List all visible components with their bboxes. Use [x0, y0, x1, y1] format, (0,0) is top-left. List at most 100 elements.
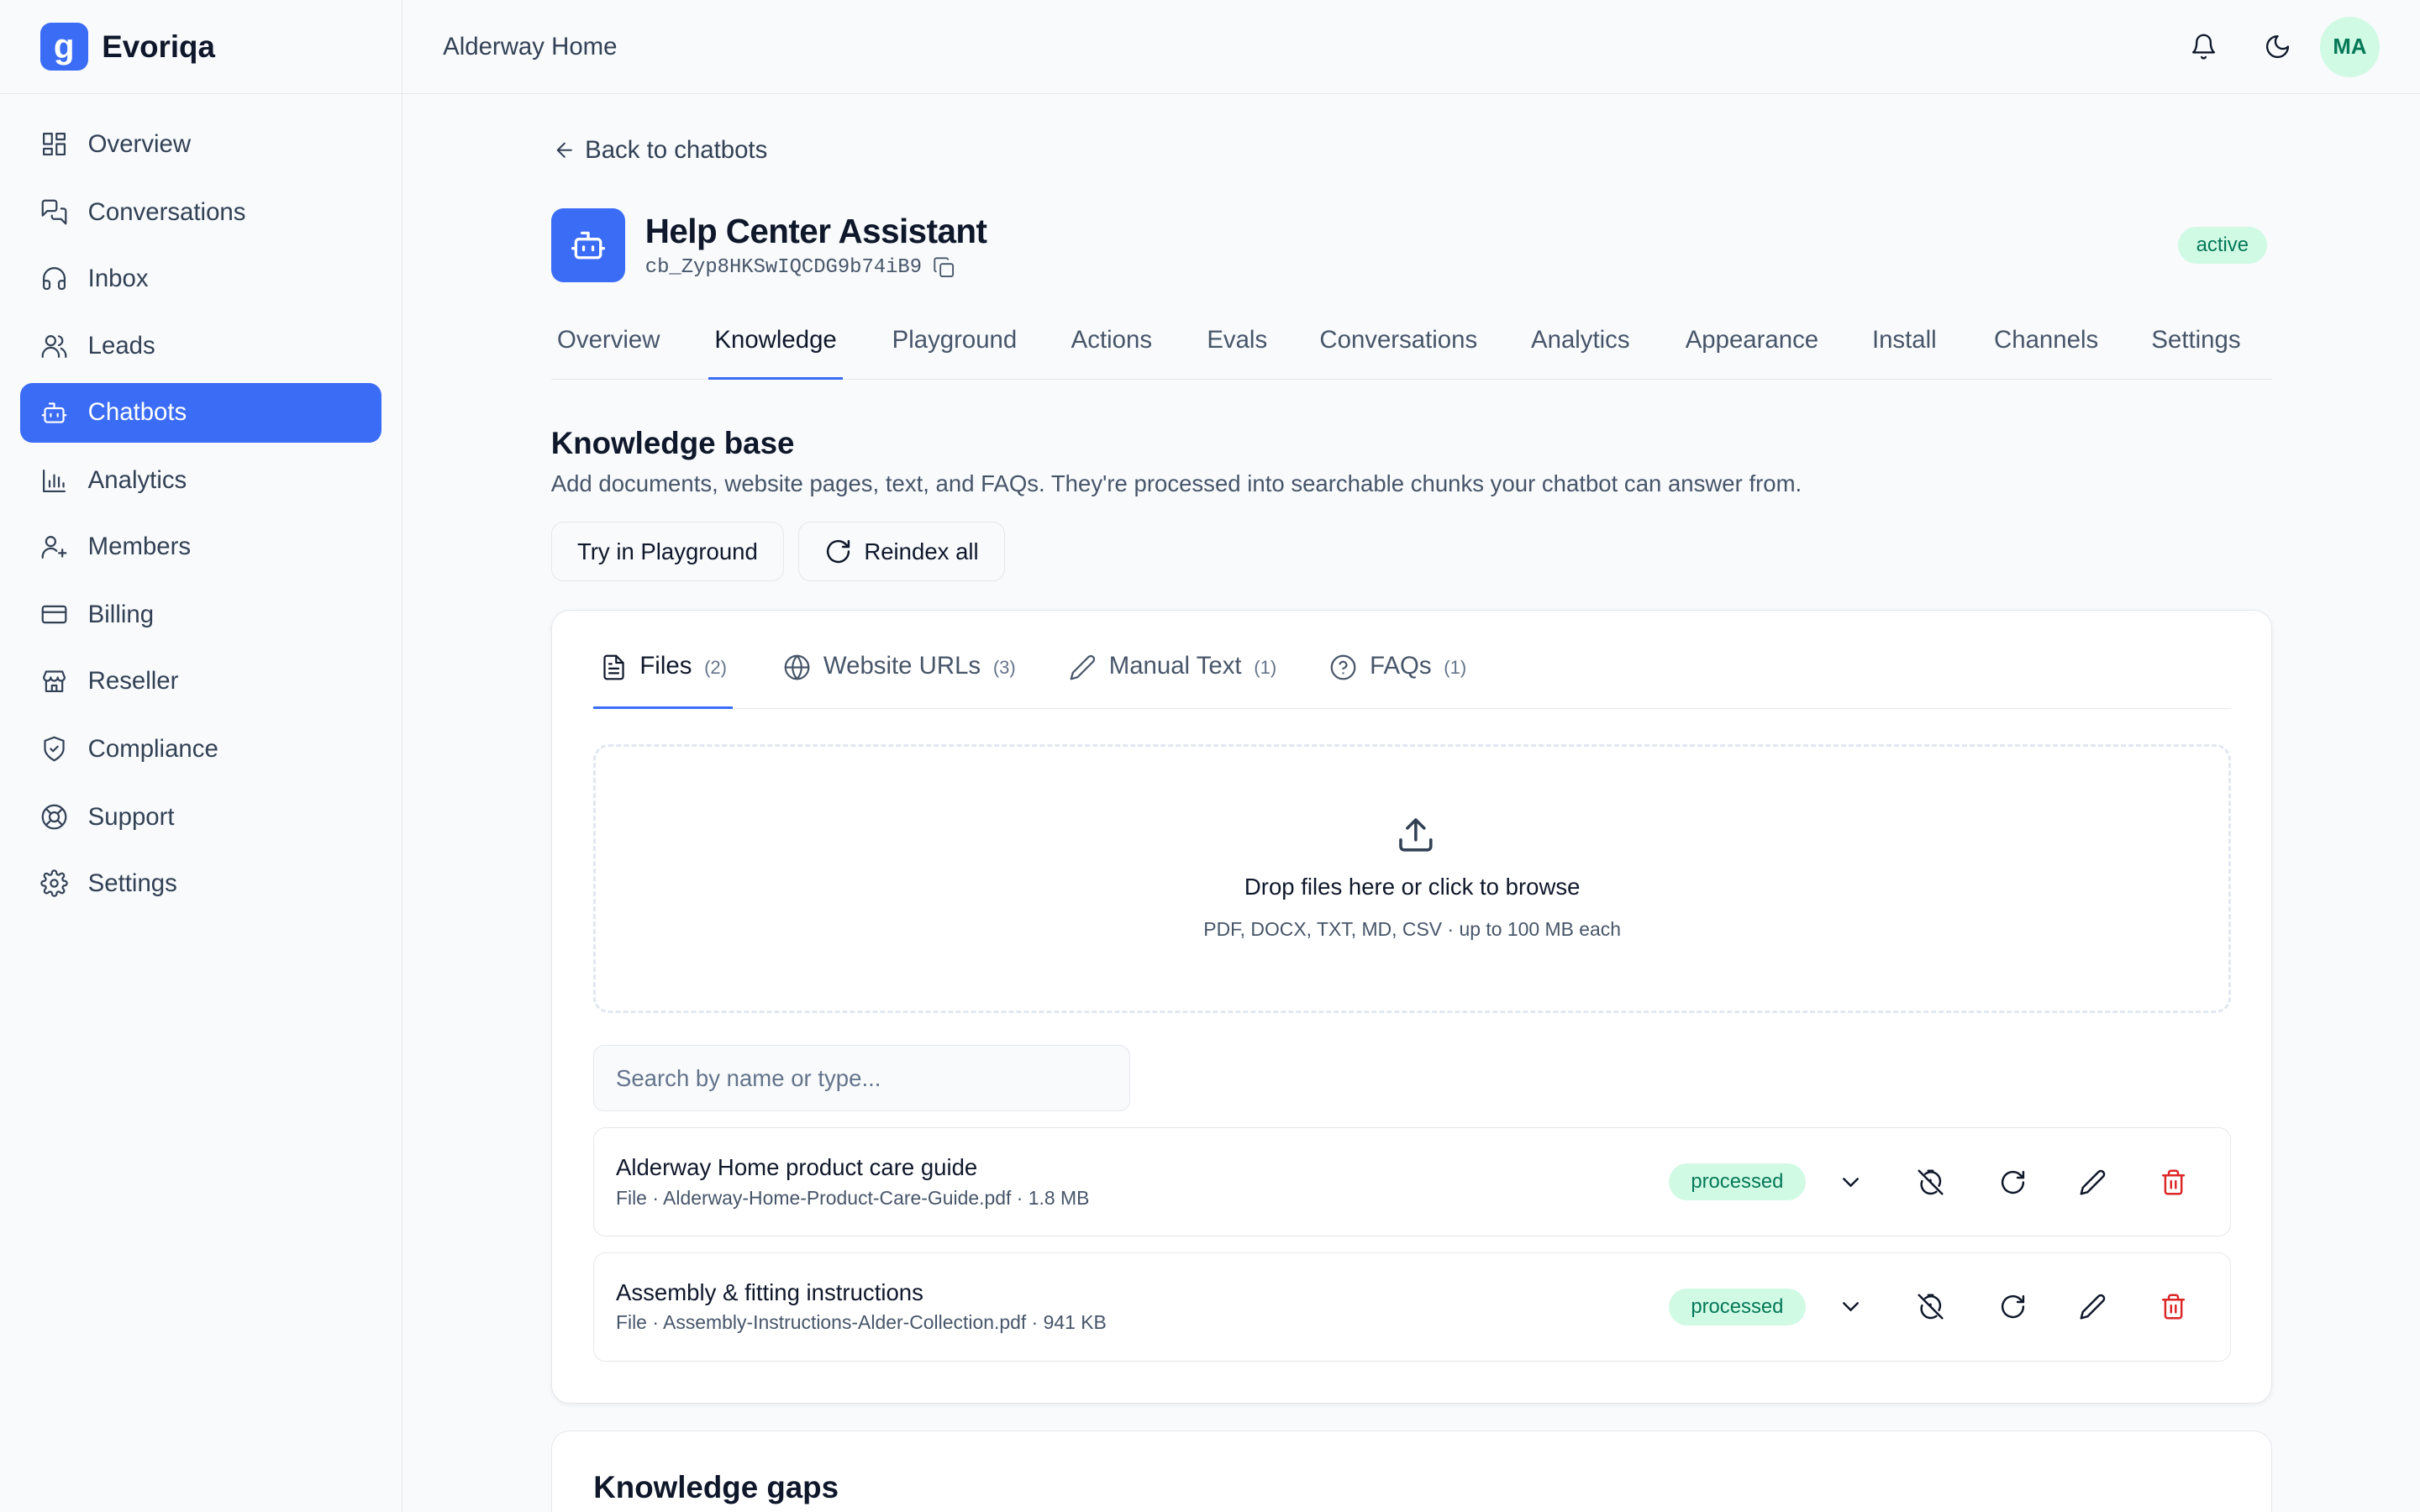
upload-icon	[1396, 815, 1436, 855]
file-icon	[603, 654, 624, 680]
logo-icon: g	[39, 23, 88, 71]
pencil-icon[interactable]	[2079, 1168, 2107, 1196]
tab-label: Manual Text	[1108, 652, 1242, 680]
sidebar-item-conversations[interactable]: Conversations	[20, 182, 381, 243]
tab-install[interactable]: Install	[1872, 326, 1937, 380]
sidebar-item-leads[interactable]: Leads	[20, 317, 381, 377]
gear-icon	[40, 869, 68, 897]
search-input[interactable]	[593, 1045, 1131, 1112]
workspace-name: Alderway Home	[443, 32, 618, 60]
tab-appearance[interactable]: Appearance	[1686, 326, 1818, 380]
chatbot-id-text: cb_Zyp8HKSwIQCDG9b74iB9	[644, 256, 923, 280]
bell-icon[interactable]	[2190, 33, 2217, 60]
file-meta: File · Assembly-Instructions-Alder-Colle…	[615, 1311, 1107, 1334]
chatbot-tabs: Overview Knowledge Playground Actions Ev…	[550, 319, 2272, 380]
trash-icon[interactable]	[2160, 1168, 2187, 1196]
tab-manual-text[interactable]: Manual Text (1)	[1069, 652, 1276, 709]
file-name: Alderway Home product care guide	[615, 1154, 978, 1181]
back-link-label: Back to chatbots	[585, 135, 768, 164]
sidebar-item-label: Overview	[87, 129, 192, 158]
sidebar-item-label: Conversations	[87, 197, 246, 226]
tab-label: Website URLs	[823, 652, 981, 680]
refresh-icon[interactable]	[1999, 1293, 2027, 1320]
sidebar-item-label: Billing	[87, 600, 155, 628]
tab-playground[interactable]: Playground	[892, 326, 1018, 380]
pencil-icon	[1070, 654, 1096, 680]
tab-count: (3)	[992, 656, 1016, 678]
chatbot-id: cb_Zyp8HKSwIQCDG9b74iB9	[645, 256, 956, 280]
headset-icon	[42, 267, 66, 291]
copy-icon[interactable]	[933, 256, 956, 280]
tab-analytics[interactable]: Analytics	[1531, 326, 1630, 380]
sidebar-item-overview[interactable]: Overview	[20, 114, 381, 175]
chatbot-avatar	[550, 207, 625, 283]
sidebar-item-billing[interactable]: Billing	[20, 585, 381, 645]
tab-actions[interactable]: Actions	[1071, 326, 1152, 380]
user-plus-icon	[41, 535, 67, 559]
sidebar-item-analytics[interactable]: Analytics	[20, 450, 381, 511]
reindex-all-button[interactable]: Reindex all	[797, 521, 1005, 582]
timer-off-icon[interactable]	[1917, 1293, 1944, 1320]
brand-name: Evoriqa	[102, 29, 215, 64]
sidebar-item-support[interactable]: Support	[20, 787, 381, 848]
sidebar-item-label: Chatbots	[87, 398, 187, 427]
back-to-chatbots-link[interactable]: Back to chatbots	[553, 135, 768, 165]
brand[interactable]: g Evoriqa	[0, 0, 402, 95]
button-label: Try in Playground	[576, 538, 758, 564]
tab-website-urls[interactable]: Website URLs (3)	[783, 652, 1016, 709]
source-type-tabs: Files (2) Website URLs (3) Manual Text (…	[593, 611, 2232, 710]
file-dropzone[interactable]: Drop files here or click to browse PDF, …	[593, 744, 2232, 1013]
tab-overview[interactable]: Overview	[557, 326, 660, 380]
sidebar-item-label: Inbox	[87, 264, 149, 292]
tab-evals[interactable]: Evals	[1207, 326, 1267, 380]
timer-off-icon[interactable]	[1917, 1168, 1944, 1196]
sidebar-item-settings[interactable]: Settings	[20, 853, 381, 914]
tab-faqs[interactable]: FAQs (1)	[1329, 652, 1466, 709]
list-item: Assembly & fitting instructions File · A…	[593, 1252, 2232, 1362]
trash-icon[interactable]	[2160, 1293, 2187, 1320]
chatbot-name: Help Center Assistant	[644, 211, 987, 250]
users-icon	[41, 334, 67, 358]
tab-channels[interactable]: Channels	[1994, 326, 2098, 380]
list-item: Alderway Home product care guide File · …	[593, 1126, 2232, 1237]
pencil-icon[interactable]	[2079, 1293, 2107, 1320]
tab-conversations[interactable]: Conversations	[1319, 326, 1477, 380]
status-badge: active	[2177, 227, 2268, 265]
tab-settings[interactable]: Settings	[2151, 326, 2240, 380]
file-name: Assembly & fitting instructions	[615, 1278, 923, 1305]
sidebar-item-chatbots[interactable]: Chatbots	[19, 382, 381, 444]
arrow-left-icon	[556, 142, 572, 158]
chevron-down-icon[interactable]	[1837, 1293, 1865, 1320]
refresh-icon[interactable]	[1999, 1168, 2027, 1196]
moon-icon[interactable]	[2264, 33, 2291, 60]
store-icon	[42, 670, 66, 693]
tab-count: (2)	[704, 656, 728, 678]
tab-label: FAQs	[1370, 652, 1432, 680]
try-in-playground-button[interactable]: Try in Playground	[550, 521, 785, 582]
sidebar-item-label: Analytics	[87, 466, 187, 495]
sidebar-item-label: Members	[87, 533, 192, 561]
sidebar-item-label: Reseller	[87, 666, 179, 695]
bot-icon	[571, 231, 605, 260]
credit-card-icon	[41, 606, 67, 624]
chevron-down-icon[interactable]	[1837, 1168, 1865, 1196]
sidebar-item-reseller[interactable]: Reseller	[20, 651, 381, 711]
status-badge: processed	[1668, 1288, 1807, 1326]
dropzone-title: Drop files here or click to browse	[1244, 873, 1581, 900]
layout-dashboard-icon	[42, 133, 66, 156]
globe-icon	[784, 654, 810, 680]
tab-count: (1)	[1444, 656, 1467, 678]
sidebar-item-members[interactable]: Members	[20, 517, 381, 577]
dropzone-subtitle: PDF, DOCX, TXT, MD, CSV · up to 100 MB e…	[1203, 918, 1622, 941]
tab-knowledge[interactable]: Knowledge	[708, 326, 844, 380]
tab-files[interactable]: Files (2)	[593, 652, 734, 710]
status-badge: processed	[1668, 1163, 1807, 1201]
messages-icon	[41, 199, 67, 225]
sidebar-item-label: Leads	[87, 332, 155, 360]
avatar[interactable]: MA	[2319, 17, 2381, 77]
sidebar-item-compliance[interactable]: Compliance	[20, 719, 381, 780]
bot-icon	[41, 402, 67, 423]
section-title: Knowledge base	[550, 425, 795, 460]
sidebar-item-inbox[interactable]: Inbox	[20, 249, 381, 309]
help-circle-icon	[1331, 654, 1356, 680]
